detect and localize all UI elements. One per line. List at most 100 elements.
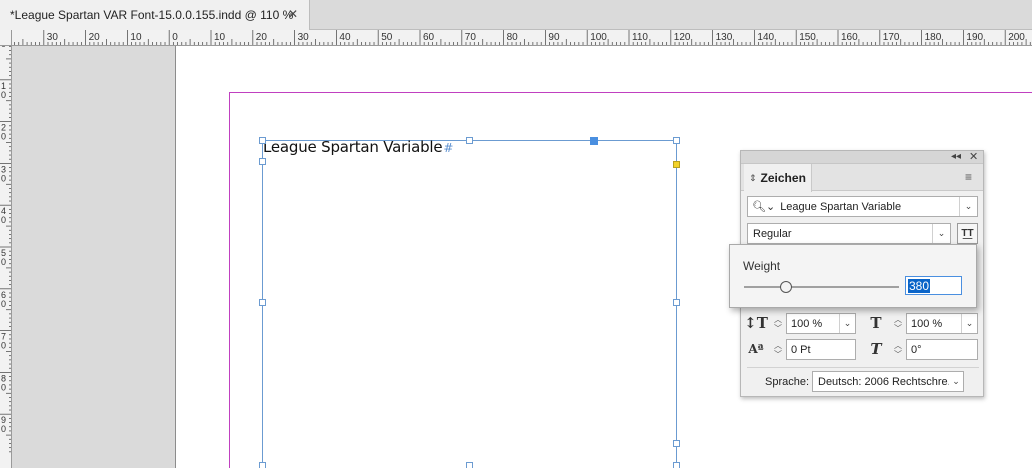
chevron-down-icon[interactable]: ⌄ bbox=[932, 224, 950, 243]
vertical-scale-field[interactable]: 100 % ⌄ bbox=[786, 313, 856, 334]
frame-handle-top-left[interactable] bbox=[259, 137, 266, 144]
ruler-label: 90 bbox=[548, 32, 560, 43]
ruler-label: 170 bbox=[883, 32, 900, 43]
font-style-field[interactable]: Regular ⌄ bbox=[747, 223, 951, 244]
frame-text-content: League Spartan Variable bbox=[263, 138, 443, 156]
skew-value: 0° bbox=[911, 343, 922, 356]
tab-updown-icon: ⇕ bbox=[749, 172, 757, 183]
frame-handle-top-center[interactable] bbox=[466, 137, 473, 144]
frame-handle-in-port[interactable] bbox=[590, 137, 598, 145]
frame-out-port[interactable] bbox=[673, 440, 680, 447]
vertical-scale-icon: ↕T bbox=[744, 314, 768, 332]
baseline-shift-stepper[interactable]: ︿ ﹀ bbox=[771, 339, 785, 360]
baseline-shift-icon: Aª bbox=[748, 342, 764, 356]
margin-guide-top bbox=[229, 92, 1032, 93]
ruler-label: 10 bbox=[130, 32, 142, 43]
ruler-label: 80 bbox=[507, 32, 519, 43]
corner-options-handle[interactable] bbox=[673, 161, 680, 168]
ruler-label: 180 bbox=[925, 32, 942, 43]
font-style-value: Regular bbox=[753, 227, 792, 240]
font-family-field[interactable]: 🔍︎⌄ League Spartan Variable ⌄ bbox=[747, 196, 978, 217]
horizontal-ruler-scale: 0302010010203040506070809010011012013014… bbox=[14, 30, 1031, 45]
ruler-label: 30 bbox=[298, 32, 310, 43]
baseline-shift-value: 0 Pt bbox=[791, 343, 811, 356]
ruler-label: 70 bbox=[465, 32, 477, 43]
chevron-down-icon[interactable]: ⌄ bbox=[961, 314, 977, 333]
language-value: Deutsch: 2006 Rechtschre... bbox=[818, 375, 949, 388]
vertical-scale-value: 100 % bbox=[791, 317, 823, 330]
frame-handle-bottom-center[interactable] bbox=[466, 462, 473, 468]
document-tab-bar: *League Spartan VAR Font-15.0.0.155.indd… bbox=[0, 0, 1032, 30]
document-tab[interactable]: *League Spartan VAR Font-15.0.0.155.indd… bbox=[0, 0, 310, 30]
ruler-label: 40 bbox=[339, 32, 351, 43]
vertical-ruler-scale: 0102030405060708090 bbox=[0, 46, 11, 453]
frame-handle-middle-left[interactable] bbox=[259, 299, 266, 306]
chevron-down-icon[interactable]: ⌄ bbox=[949, 372, 963, 391]
ruler-label: 160 bbox=[841, 32, 858, 43]
ruler-label: 0 bbox=[1, 46, 6, 49]
ruler-label: 0 bbox=[1, 382, 6, 392]
ruler-label: 0 bbox=[1, 424, 6, 434]
frame-in-port[interactable] bbox=[259, 158, 266, 165]
horizontal-scale-icon: T bbox=[870, 314, 882, 332]
chevron-down-icon[interactable]: ⌄ bbox=[959, 197, 977, 216]
chevron-down-icon[interactable]: ⌄ bbox=[839, 314, 855, 333]
ruler-label: 130 bbox=[716, 32, 733, 43]
ruler-label: 0 bbox=[1, 257, 6, 267]
frame-handle-bottom-left[interactable] bbox=[259, 462, 266, 468]
ruler-label: 0 bbox=[1, 341, 6, 351]
panel-title-bar[interactable]: ◂◂ ✕ bbox=[741, 151, 983, 164]
panel-tab-row: ⇕ Zeichen ≡ bbox=[741, 164, 983, 192]
search-icon[interactable]: 🔍︎⌄ bbox=[748, 200, 775, 213]
margin-guide-left bbox=[229, 92, 230, 468]
vertical-scale-stepper[interactable]: ︿ ﹀ bbox=[771, 313, 785, 334]
end-of-story-marker: # bbox=[443, 141, 454, 155]
ruler-label: 200 bbox=[1008, 32, 1025, 43]
weight-slider-knob[interactable] bbox=[779, 281, 792, 293]
frame-handle-middle-right[interactable] bbox=[673, 299, 680, 306]
vertical-ruler[interactable]: 0102030405060708090 bbox=[0, 46, 12, 468]
variable-font-settings-icon[interactable]: T͟T bbox=[957, 223, 978, 244]
ruler-label: 150 bbox=[799, 32, 816, 43]
close-panel-icon[interactable]: ✕ bbox=[969, 151, 978, 163]
ruler-label: 110 bbox=[632, 32, 648, 43]
ruler-label: 50 bbox=[381, 32, 393, 43]
ruler-label: 100 bbox=[590, 32, 607, 43]
ruler-label: 0 bbox=[1, 132, 6, 142]
variable-weight-popup: Weight 380 bbox=[729, 244, 977, 308]
ruler-label: 10 bbox=[214, 32, 226, 43]
ruler-origin[interactable] bbox=[0, 30, 12, 46]
horizontal-ruler[interactable]: 0302010010203040506070809010011012013014… bbox=[12, 30, 1032, 46]
weight-slider-track[interactable] bbox=[744, 286, 899, 288]
text-frame[interactable] bbox=[262, 140, 677, 468]
panel-menu-icon[interactable]: ≡ bbox=[965, 171, 972, 183]
skew-field[interactable]: 0° bbox=[906, 339, 978, 360]
weight-label: Weight bbox=[743, 259, 781, 273]
frame-handle-bottom-right[interactable] bbox=[673, 462, 680, 468]
close-tab-icon[interactable]: ✕ bbox=[286, 7, 300, 21]
ruler-label: 20 bbox=[89, 32, 101, 43]
language-label: Sprache: bbox=[765, 376, 810, 388]
ruler-label: 30 bbox=[47, 32, 59, 43]
horizontal-scale-field[interactable]: 100 % ⌄ bbox=[906, 313, 978, 334]
frame-handle-top-right[interactable] bbox=[673, 137, 680, 144]
ruler-label: 190 bbox=[966, 32, 983, 43]
pasteboard bbox=[12, 46, 176, 468]
ruler-label: 0 bbox=[172, 32, 178, 43]
baseline-shift-field[interactable]: 0 Pt bbox=[786, 339, 856, 360]
ruler-label: 140 bbox=[757, 32, 774, 43]
tab-zeichen-label: Zeichen bbox=[760, 171, 806, 185]
skew-stepper[interactable]: ︿ ﹀ bbox=[891, 339, 905, 360]
document-tab-title: *League Spartan VAR Font-15.0.0.155.indd… bbox=[10, 8, 294, 22]
horizontal-scale-stepper[interactable]: ︿ ﹀ bbox=[891, 313, 905, 334]
weight-input[interactable]: 380 bbox=[905, 276, 962, 295]
skew-icon: T bbox=[870, 340, 882, 358]
font-family-value: League Spartan Variable bbox=[780, 200, 902, 213]
ruler-label: 60 bbox=[423, 32, 435, 43]
frame-text[interactable]: League Spartan Variable# bbox=[263, 138, 453, 156]
tab-zeichen[interactable]: ⇕ Zeichen bbox=[744, 164, 812, 192]
ruler-label: 0 bbox=[1, 299, 6, 309]
ruler-label: 0 bbox=[1, 215, 6, 225]
language-select[interactable]: Deutsch: 2006 Rechtschre... ⌄ bbox=[812, 371, 964, 392]
collapse-panel-icon[interactable]: ◂◂ bbox=[951, 151, 961, 163]
